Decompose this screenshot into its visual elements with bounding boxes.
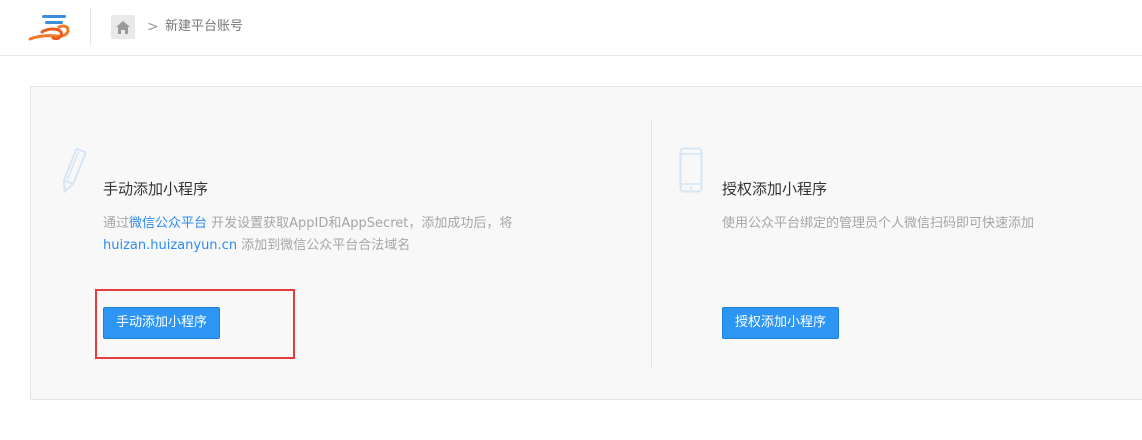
auth-card-description: 使用公众平台绑定的管理员个人微信扫码即可快速添加 xyxy=(722,216,1035,231)
wechat-platform-link[interactable]: 微信公众平台 xyxy=(129,216,207,231)
manual-card-title: 手动添加小程序 xyxy=(103,180,209,198)
brand-logo-icon[interactable] xyxy=(28,10,72,46)
phone-icon xyxy=(679,147,703,193)
card-divider xyxy=(651,119,652,369)
top-bar: > 新建平台账号 xyxy=(0,0,1142,56)
pencil-icon xyxy=(58,145,88,197)
breadcrumb-current: 新建平台账号 xyxy=(165,19,244,34)
manual-card-description: 通过微信公众平台 开发设置获取AppID和AppSecret，添加成功后，将 hu… xyxy=(103,213,623,257)
breadcrumb-separator: > xyxy=(147,19,159,35)
auth-add-button[interactable]: 授权添加小程序 xyxy=(722,307,840,339)
header-divider xyxy=(90,8,91,46)
manual-desc-prefix: 通过 xyxy=(103,216,130,231)
manual-desc-middle: 开发设置获取AppID和AppSecret，添加成功后，将 xyxy=(207,216,513,231)
auth-card-title: 授权添加小程序 xyxy=(722,180,828,198)
highlight-box xyxy=(95,289,295,359)
home-button[interactable] xyxy=(111,15,135,39)
manual-desc-suffix: 添加到微信公众平台合法域名 xyxy=(237,238,411,253)
home-icon xyxy=(116,20,130,34)
domain-link[interactable]: huizan.huizanyun.cn xyxy=(103,238,237,253)
